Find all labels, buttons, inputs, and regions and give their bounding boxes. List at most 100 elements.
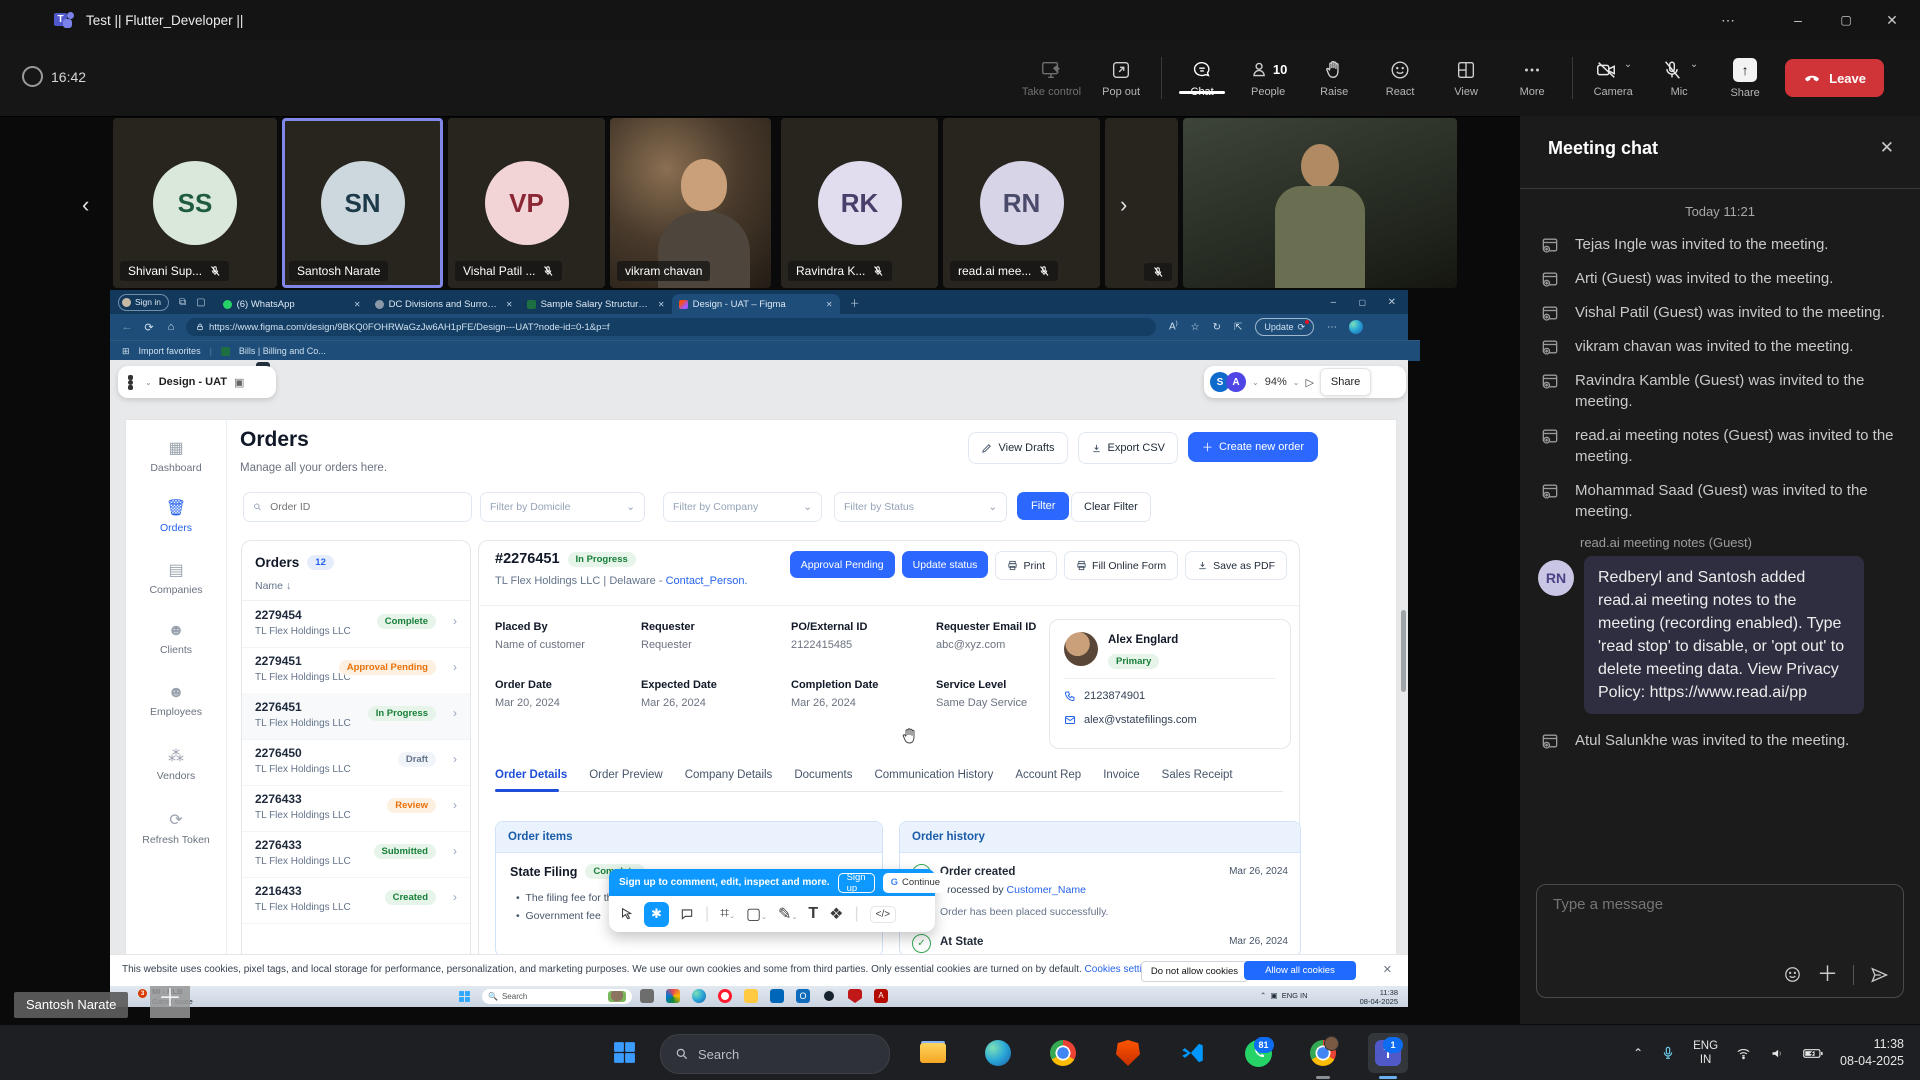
chevron-right-icon[interactable]: ›	[453, 844, 457, 858]
chevron-right-icon[interactable]: ›	[453, 798, 457, 812]
url-field[interactable]: https://www.figma.com/design/9BKQ0FOHRWa…	[186, 318, 1156, 336]
shared-start-icon[interactable]	[458, 990, 471, 1003]
tab-close-icon[interactable]: ✕	[354, 300, 361, 309]
save-as-pdf-button[interactable]: Save as PDF	[1185, 551, 1287, 580]
order-row[interactable]: 2276450TL Flex Holdings LLC Draft›	[242, 739, 470, 786]
chevron-right-icon[interactable]: ›	[453, 706, 457, 720]
tray-clock[interactable]: 11:3808-04-2025	[1840, 1036, 1904, 1070]
collaborator-avatar[interactable]: A	[1226, 372, 1246, 392]
chevron-right-icon[interactable]: ›	[453, 614, 457, 628]
allow-cookies-button[interactable]: Allow all cookies	[1244, 961, 1356, 980]
sidebar-item-orders[interactable]: 🗑 Orders	[126, 498, 226, 534]
workspaces-icon[interactable]: ⧉	[179, 297, 186, 308]
shared-app-icon-edge[interactable]	[692, 989, 706, 1003]
shared-search-box[interactable]: 🔍 Search	[482, 989, 632, 1004]
hand-tool-icon[interactable]: ✱	[644, 902, 669, 927]
taskbar-brave-icon[interactable]	[1108, 1033, 1148, 1073]
shared-app-icon-store[interactable]	[770, 989, 784, 1003]
order-row[interactable]: 2279454TL Flex Holdings LLC Complete›	[242, 601, 470, 648]
filter-company-dropdown[interactable]: Filter by Company⌄	[663, 492, 822, 522]
browser-tab-active[interactable]: Design - UAT – Figma✕	[672, 294, 840, 314]
taskbar-vscode-icon[interactable]	[1173, 1033, 1213, 1073]
tray-wifi-icon[interactable]	[1735, 1046, 1752, 1061]
figma-share-button[interactable]: Share	[1320, 368, 1371, 396]
shared-app-icon-opera[interactable]	[718, 989, 732, 1003]
zoom-level[interactable]: 94%	[1265, 376, 1287, 388]
shape-tool-icon[interactable]: ▢⌄	[746, 904, 767, 924]
camera-button[interactable]: ⌄ Camera	[1587, 59, 1639, 98]
tab-close-icon[interactable]: ✕	[506, 300, 513, 309]
browser-maximize-icon[interactable]: ▢	[1358, 298, 1366, 307]
measure-tool-icon[interactable]: ⌗⌄	[720, 905, 735, 923]
google-continue-button[interactable]: G Continue	[883, 873, 948, 893]
shared-app-icon-outlook[interactable]: O	[796, 989, 810, 1003]
back-icon[interactable]: ←	[116, 321, 138, 333]
order-row[interactable]: 2276433TL Flex Holdings LLC Review›	[242, 785, 470, 832]
update-button[interactable]: Update ⟳	[1255, 318, 1314, 336]
tray-language[interactable]: ENGIN	[1693, 1039, 1718, 1068]
send-icon[interactable]	[1869, 965, 1889, 985]
attach-plus-icon[interactable]: ＋	[1817, 964, 1838, 985]
canvas-scrollbar[interactable]	[1401, 610, 1406, 692]
mic-button[interactable]: ⌄ Mic	[1653, 59, 1705, 98]
tab-account-rep[interactable]: Account Rep	[1015, 769, 1081, 781]
present-icon[interactable]: ▷	[1305, 376, 1313, 389]
move-tool-icon[interactable]	[619, 907, 633, 921]
filter-status-dropdown[interactable]: Filter by Status⌄	[834, 492, 1007, 522]
deny-cookies-button[interactable]: Do not allow cookies	[1141, 961, 1248, 982]
view-drafts-button[interactable]: View Drafts	[968, 432, 1067, 464]
more-button[interactable]: More	[1506, 59, 1558, 98]
annotate-tool-icon[interactable]: ✎⌄	[778, 904, 797, 924]
chat-message-input[interactable]	[1551, 895, 1830, 914]
sidebar-item-clients[interactable]: ☻ Clients	[126, 622, 226, 656]
sidebar-item-refresh-token[interactable]: ⟳ Refresh Token	[126, 810, 226, 846]
new-tab-icon[interactable]: ＋	[850, 295, 860, 310]
text-tool-icon[interactable]: T	[808, 905, 818, 923]
create-order-button[interactable]: ＋ Create new order	[1188, 432, 1318, 462]
tiles-scroll-right-icon[interactable]: ›	[1120, 192, 1127, 218]
filter-button[interactable]: Filter	[1017, 492, 1069, 520]
shared-app-icon-mcafee[interactable]	[848, 989, 862, 1003]
sidebar-item-employees[interactable]: ☻ Employees	[126, 684, 226, 718]
figma-canvas[interactable]: S ▦ Dashboard 🗑 Orders ▤ Companies	[110, 360, 1408, 986]
sidebar-item-dashboard[interactable]: ▦ Dashboard	[126, 438, 226, 474]
tiles-scroll-left-icon[interactable]: ‹	[82, 192, 89, 218]
browser-tab[interactable]: DC Divisions and Surroundings✕	[368, 294, 520, 314]
tab-company-details[interactable]: Company Details	[685, 769, 773, 781]
chevron-down-icon[interactable]: ⌄	[145, 378, 152, 387]
fill-online-form-button[interactable]: Fill Online Form	[1064, 551, 1178, 580]
clear-filter-button[interactable]: Clear Filter	[1071, 492, 1151, 522]
order-row[interactable]: 2216433TL Flex Holdings LLC Created›	[242, 877, 470, 924]
export-csv-button[interactable]: Export CSV	[1078, 432, 1178, 464]
browser-menu-icon[interactable]: ⋯	[1327, 322, 1337, 333]
browser-signin-chip[interactable]: Sign in	[118, 294, 169, 311]
taskbar-edge-icon[interactable]	[978, 1033, 1018, 1073]
order-id-input[interactable]	[268, 500, 462, 514]
start-button-icon[interactable]	[612, 1040, 637, 1065]
chat-close-icon[interactable]: ✕	[1880, 138, 1894, 158]
sidebar-item-companies[interactable]: ▤ Companies	[126, 560, 226, 596]
tray-chevron-icon[interactable]: ⌃	[1633, 1046, 1643, 1060]
order-row[interactable]: 2276433TL Flex Holdings LLC Submitted›	[242, 831, 470, 878]
shared-app-icon-folder[interactable]	[744, 989, 758, 1003]
video-tile-camera-on[interactable]: vikram chavan	[610, 118, 771, 288]
mic-chevron-icon[interactable]: ⌄	[1690, 59, 1698, 70]
raise-hand-button[interactable]: Raise	[1308, 59, 1360, 98]
view-button[interactable]: View	[1440, 59, 1492, 98]
video-tile[interactable]: VP Vishal Patil ...	[448, 118, 605, 288]
video-tile[interactable]: RN read.ai mee...	[943, 118, 1100, 288]
video-tile[interactable]: SS Shivani Sup...	[113, 118, 277, 288]
tab-actions-icon[interactable]: ▢	[196, 297, 205, 308]
people-button[interactable]: 10 People	[1242, 59, 1294, 98]
import-favorites-link[interactable]: Import favorites	[139, 346, 201, 356]
shared-app-icon-acrobat[interactable]: A	[874, 989, 888, 1003]
home-icon[interactable]: ⌂	[160, 321, 182, 333]
cookie-close-icon[interactable]: ✕	[1383, 963, 1392, 976]
react-button[interactable]: React	[1374, 59, 1426, 98]
shared-screen-browser[interactable]: Sign in ⧉ ▢ (6) WhatsApp✕ DC Divisions a…	[110, 290, 1408, 986]
order-row-selected[interactable]: 2276451TL Flex Holdings LLC In Progress›	[242, 693, 470, 740]
maximize-button[interactable]: ▢	[1824, 0, 1868, 40]
tab-close-icon[interactable]: ✕	[826, 300, 833, 309]
chat-input-box[interactable]: ＋	[1536, 884, 1904, 998]
tab-sales-receipt[interactable]: Sales Receipt	[1162, 769, 1233, 781]
